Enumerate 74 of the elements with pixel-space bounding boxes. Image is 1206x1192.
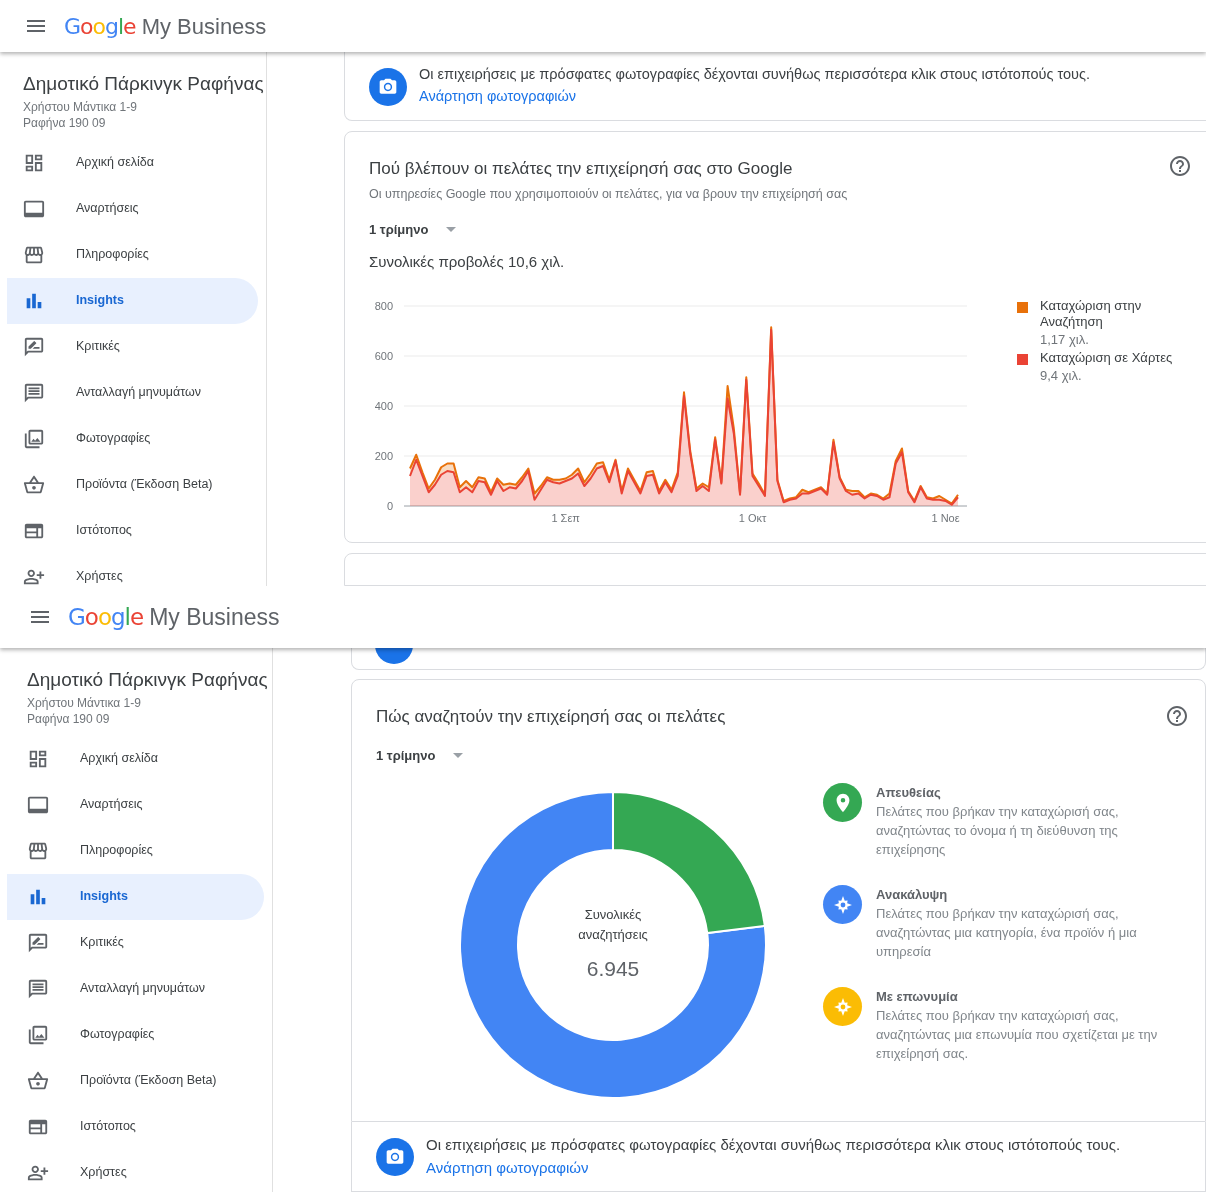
upload-photos-link[interactable]: Ανάρτηση φωτογραφιών — [419, 87, 577, 104]
card-subtitle: Οι υπηρεσίες Google που χρησιμοποιούν οι πελάτες, για να βρουν την επιχείρησή σας — [369, 186, 849, 203]
product-name: My Business — [141, 12, 267, 41]
legend-value: 1,17 χιλ. — [1040, 330, 1090, 349]
nav-item[interactable]: Insights — [7, 277, 258, 324]
card-title: Πού βλέπουν οι πελάτες την επιχείρησή σας στο Google — [369, 157, 793, 180]
nav-item[interactable]: Κριτικές — [7, 323, 258, 370]
caret-icon — [446, 227, 457, 232]
nav-item[interactable]: Χρήστες — [7, 1149, 264, 1192]
photo-library-icon — [23, 427, 45, 450]
card-title: Πώς αναζητούν την επιχείρησή σας οι πελάτες — [376, 706, 726, 728]
review-icon — [27, 931, 49, 954]
logo: Google — [68, 602, 144, 632]
y-tick-label: 600 — [374, 349, 393, 362]
caret-icon — [453, 752, 464, 758]
nav-item[interactable]: Ανταλλαγή μηνυμάτων — [7, 965, 264, 1012]
nav-item[interactable]: Προϊόντα (Έκδοση Beta) — [7, 461, 258, 508]
nav-item[interactable]: Πληροφορίες — [7, 827, 264, 874]
legend-label: Καταχώριση σε Χάρτες — [1040, 349, 1174, 366]
x-tick-label: 1 Νοε — [931, 511, 960, 524]
nav-item[interactable]: Insights — [7, 873, 264, 920]
period-dropdown[interactable]: 1 τρίμηνο — [376, 745, 464, 765]
camera-icon — [369, 68, 407, 106]
x-tick-label: 1 Οκτ — [738, 511, 767, 524]
nav-item[interactable]: Ανταλλαγή μηνυμάτων — [7, 369, 258, 416]
product-name: My Business — [149, 602, 280, 632]
nav-item[interactable]: Φωτογραφίες — [7, 415, 258, 462]
help-icon[interactable] — [1168, 153, 1192, 178]
photo-library-icon — [27, 1023, 49, 1046]
basket-icon — [23, 473, 45, 496]
x-tick-label: 1 Σεπ — [551, 511, 580, 524]
upload-photos-link[interactable]: Ανάρτηση φωτογραφιών — [426, 1158, 589, 1176]
nav-item[interactable]: Χρήστες — [7, 553, 258, 586]
nav-item[interactable]: Αρχική σελίδα — [7, 139, 258, 186]
legend-value: 9,4 χιλ. — [1040, 366, 1083, 385]
tip-text: Οι επιχειρήσεις με πρόσφατες φωτογραφίες δέχονται συνήθως περισσότερα κλικ στους ιστότοπούς τους. — [419, 65, 1090, 84]
address-line: Χρήστου Μάντικα 1-9 — [27, 694, 142, 711]
camera-icon — [376, 1138, 414, 1176]
address-line: Χρήστου Μάντικα 1-9 — [23, 98, 138, 115]
y-tick-label: 0 — [386, 499, 393, 512]
legend-label: Καταχώριση στην Αναζήτηση — [1040, 297, 1143, 330]
source-description: Πελάτες που βρήκαν την καταχώρισή σας, αναζητώντας μια κατηγορία, ένα προϊόν ή μια υπηρεσία — [876, 905, 1138, 961]
source-title: Με επωνυμία — [876, 988, 959, 1006]
nav-item[interactable]: Ιστότοπος — [7, 507, 258, 554]
business-name: Δημοτικό Πάρκινγκ Ραφήνας — [27, 668, 269, 692]
address-line: Ραφήνα 190 09 — [23, 114, 107, 131]
nav-item[interactable]: Προϊόντα (Έκδοση Beta) — [7, 1057, 264, 1104]
nav-item[interactable]: Αναρτήσεις — [7, 185, 258, 232]
source-title: Απευθείας — [876, 784, 942, 802]
help-icon[interactable] — [1165, 704, 1189, 728]
basket-icon — [27, 1069, 49, 1092]
nav-item[interactable]: Φωτογραφίες — [7, 1011, 264, 1058]
address-line: Ραφήνα 190 09 — [27, 710, 111, 727]
source-description: Πελάτες που βρήκαν την καταχώρισή σας, αναζητώντας μια επωνυμία που σχετίζεται με την επιχείρησή σας. — [876, 1007, 1159, 1063]
source-title: Ανακάλυψη — [876, 886, 949, 904]
y-tick-label: 200 — [374, 449, 393, 462]
total-views: Συνολικές προβολές 10,6 χιλ. — [369, 252, 566, 273]
message-icon — [23, 381, 45, 404]
source-description: Πελάτες που βρήκαν την καταχώρισή σας, αναζητώντας το όνομα ή τη διεύθυνση της επιχείρησης — [876, 803, 1120, 859]
y-tick-label: 800 — [374, 299, 393, 312]
donut-total: 6.945 — [586, 956, 640, 983]
y-tick-label: 400 — [374, 399, 393, 412]
business-name: Δημοτικό Πάρκινγκ Ραφήνας — [23, 72, 265, 96]
nav-item[interactable]: Ιστότοπος — [7, 1103, 264, 1150]
message-icon — [27, 977, 49, 1000]
nav-item[interactable]: Αρχική σελίδα — [7, 735, 264, 782]
nav-item[interactable]: Αναρτήσεις — [7, 781, 264, 828]
nav-item[interactable]: Κριτικές — [7, 919, 264, 966]
review-icon — [23, 335, 45, 358]
logo: Google — [64, 12, 136, 41]
nav-item[interactable]: Πληροφορίες — [7, 231, 258, 278]
period-dropdown[interactable]: 1 τρίμηνο — [369, 219, 457, 240]
tip-text: Οι επιχειρήσεις με πρόσφατες φωτογραφίες δέχονται συνήθως περισσότερα κλικ στους ιστότοπούς τους. — [426, 1135, 1121, 1155]
donut-center-label: Συνολικές αναζητήσεις — [577, 906, 649, 945]
